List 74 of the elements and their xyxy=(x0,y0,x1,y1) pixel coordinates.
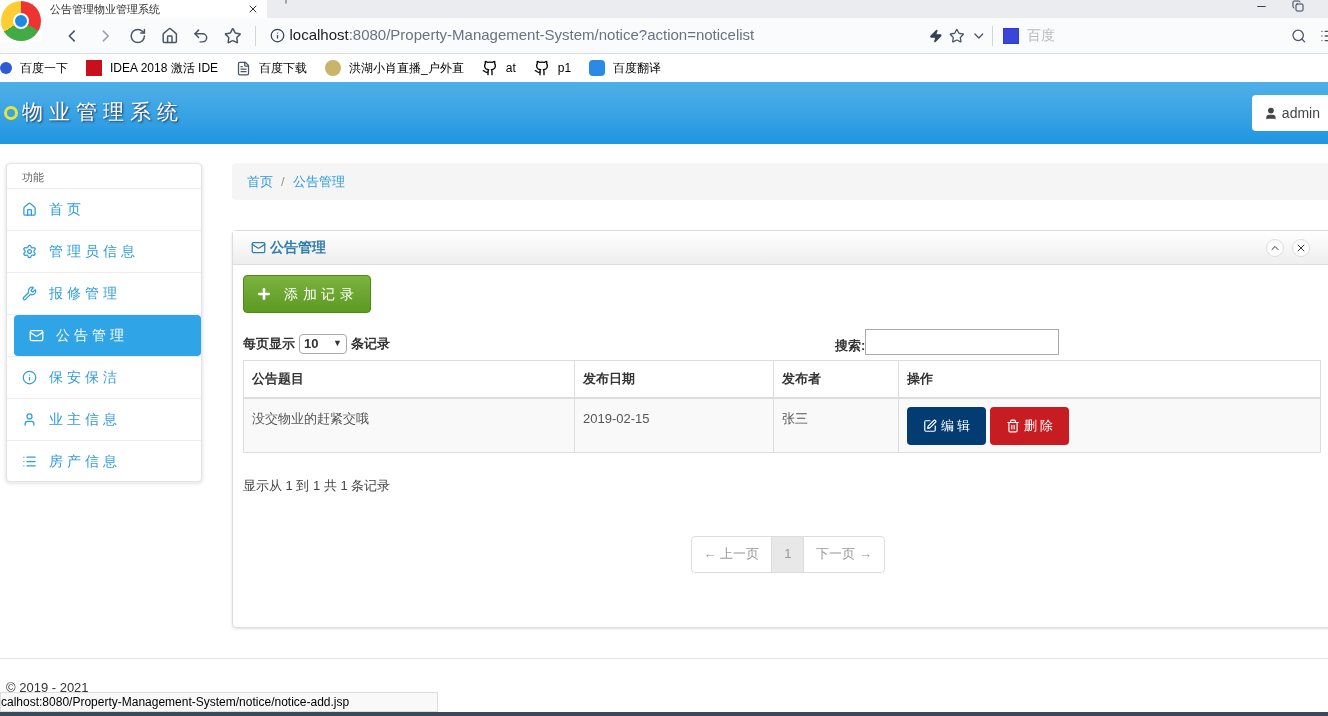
records-summary: 显示从 1 到 1 共 1 条记录 xyxy=(243,477,392,495)
info-icon xyxy=(22,370,37,385)
app-icon xyxy=(86,60,102,76)
caret-icon: ▼ xyxy=(333,337,342,351)
list-icon xyxy=(22,454,37,469)
page-icon xyxy=(236,60,252,76)
table-cell: 没交物业的赶紧交哦 xyxy=(243,397,575,453)
breadcrumb-link[interactable]: 公告管理 xyxy=(292,171,345,192)
sidebar-item[interactable]: 报 修 管 理 xyxy=(7,273,201,314)
star-icon[interactable] xyxy=(948,27,965,44)
envelope-icon xyxy=(29,328,44,343)
sidebar-heading: 功能 xyxy=(7,164,201,189)
github-icon xyxy=(481,60,498,76)
restore-icon[interactable] xyxy=(1292,0,1304,12)
edit-button[interactable]: 编 辑 xyxy=(907,406,986,445)
breadcrumb-link[interactable]: 首页 xyxy=(247,171,273,192)
search-icon[interactable] xyxy=(1290,27,1307,44)
home-icon[interactable] xyxy=(160,26,179,45)
page-size-suffix: 条记录 xyxy=(351,335,390,354)
home-icon xyxy=(22,202,37,217)
delete-button[interactable]: 删 除 xyxy=(990,406,1069,445)
column-header: 公告题目 xyxy=(243,360,575,398)
close-icon[interactable] xyxy=(247,3,259,15)
page-size-select[interactable]: 10 ▼ xyxy=(299,334,347,354)
bookmark[interactable]: IDEA 2018 激活 IDE xyxy=(86,59,219,77)
browser-tab[interactable]: 公告管理物业管理系统 xyxy=(42,0,267,18)
column-header: 发布日期 xyxy=(574,360,774,398)
search-field[interactable] xyxy=(865,328,1060,355)
edit-icon xyxy=(922,418,937,433)
info-icon xyxy=(270,28,286,43)
user-menu-button[interactable]: admin xyxy=(1252,95,1328,131)
tab-title: 公告管理物业管理系统 xyxy=(50,3,160,15)
reload-icon[interactable] xyxy=(129,26,147,45)
bookmark[interactable]: 百度翻译 xyxy=(589,59,662,77)
sidebar-item[interactable]: 首 页 xyxy=(7,189,201,230)
star-icon[interactable] xyxy=(223,26,242,45)
wrench-icon xyxy=(22,286,37,301)
sidebar-item[interactable]: 管 理 员 信 息 xyxy=(7,231,201,272)
collapse-icon[interactable] xyxy=(1266,238,1284,257)
bookmark[interactable]: 百度一下 xyxy=(0,59,68,77)
bookmark[interactable]: 洪湖小肖直播_户外直 xyxy=(325,59,464,77)
sidebar-item[interactable]: 房 产 信 息 xyxy=(7,441,201,482)
user-icon xyxy=(22,412,37,427)
add-record-button[interactable]: 添 加 记 录 xyxy=(243,275,371,313)
table-cell: 2019-02-15 xyxy=(574,397,774,453)
address-bar[interactable]: localhost:8080/Property-Management-System/notice?action=noticelist xyxy=(270,24,916,47)
user-icon xyxy=(1264,105,1278,121)
envelope-icon xyxy=(251,240,266,255)
site-title: 物业管理系统 xyxy=(22,99,184,127)
browser-logo-icon xyxy=(1,1,41,41)
github-icon xyxy=(533,60,550,76)
copyright-text: © 2019 - 2021 xyxy=(5,681,90,691)
bookmark[interactable]: p1 xyxy=(533,59,572,77)
bookmark[interactable]: at xyxy=(481,59,516,77)
panel-title: 公告管理 xyxy=(270,238,326,257)
status-bar: calhost:8080/Property-Management-System/notice/notice-add.jsp xyxy=(0,692,438,712)
breadcrumb-separator: / xyxy=(281,172,285,191)
table-cell: 张三 xyxy=(773,397,899,453)
page-size-label: 每页显示 xyxy=(243,335,295,354)
trash-icon xyxy=(1005,418,1020,433)
sidebar-item[interactable]: 业 主 信 息 xyxy=(7,399,201,440)
url-text: localhost:8080/Property-Management-System/notice?action=noticelist xyxy=(289,25,755,46)
sidebar-item[interactable]: 保 安 保 洁 xyxy=(7,357,201,398)
search-field[interactable]: 百度 xyxy=(1027,25,1268,46)
lightning-icon[interactable] xyxy=(929,28,943,43)
search-label: 搜索: xyxy=(835,337,866,356)
plus-icon xyxy=(256,286,272,302)
close-icon[interactable] xyxy=(1292,238,1310,257)
logo-icon xyxy=(4,106,18,120)
column-header: 发布者 xyxy=(773,360,899,398)
bookmark[interactable]: 百度下载 xyxy=(236,59,308,77)
gear-icon xyxy=(22,244,37,259)
undo-icon[interactable] xyxy=(192,26,210,45)
column-header: 操作 xyxy=(898,360,1321,398)
